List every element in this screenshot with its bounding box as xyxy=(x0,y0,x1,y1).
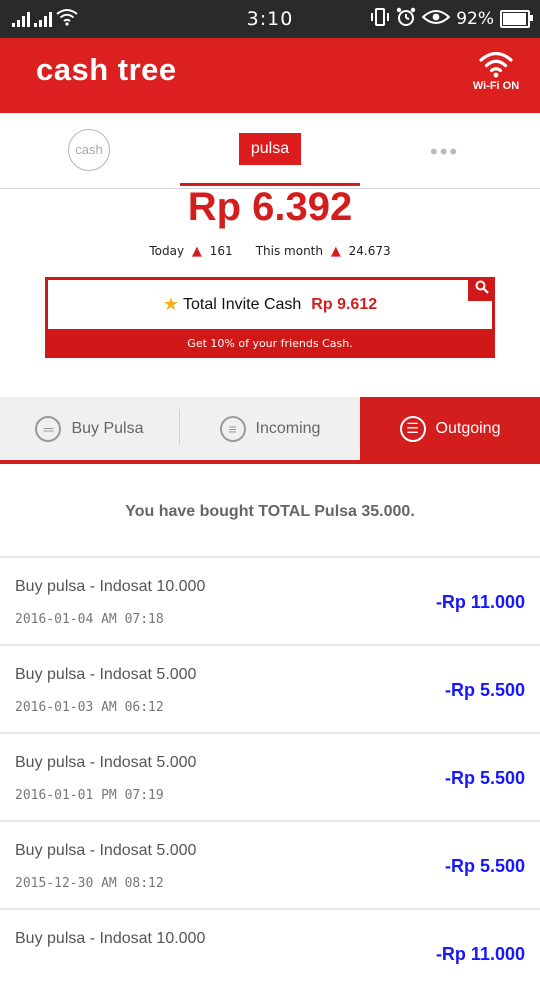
app-logo: cash tree xyxy=(36,52,177,87)
invite-subtitle: Get 10% of your friends Cash. xyxy=(187,337,353,350)
app-bar: cash tree Wi-Fi ON xyxy=(0,38,540,113)
transaction-time: 2016-01-01 PM 07:19 xyxy=(15,788,164,803)
transaction-amount: -Rp 11.000 xyxy=(435,592,525,612)
equals-icon: ═ xyxy=(35,415,62,442)
month-value: 24.673 xyxy=(348,244,391,258)
tab-incoming[interactable]: ≡ Incoming xyxy=(180,397,360,460)
invite-label: Total Invite Cash xyxy=(183,295,302,313)
transaction-amount: -Rp 5.500 xyxy=(444,768,525,788)
list-icon: ≡ xyxy=(219,415,246,442)
wifi-label: Wi-Fi ON xyxy=(472,80,520,92)
vibrate-icon xyxy=(370,7,390,31)
list-item[interactable]: Buy pulsa - Indosat 10.000 -Rp 11.000 xyxy=(0,908,540,996)
battery-percent: 92% xyxy=(456,9,494,29)
transaction-time: 2016-01-03 AM 06:12 xyxy=(15,700,164,715)
today-value: 161 xyxy=(209,244,233,258)
list-item[interactable]: Buy pulsa - Indosat 5.000 2015-12-30 AM … xyxy=(0,820,540,908)
up-triangle-icon: ▲ xyxy=(191,244,202,259)
transaction-amount: -Rp 11.000 xyxy=(435,944,525,964)
list-item[interactable]: Buy pulsa - Indosat 10.000 2016-01-04 AM… xyxy=(0,556,540,644)
purchase-summary: You have bought TOTAL Pulsa 35.000. xyxy=(125,503,415,520)
search-icon[interactable] xyxy=(468,277,495,301)
invite-amount: Rp 9.612 xyxy=(311,295,378,313)
status-right: 92% xyxy=(370,0,533,38)
more-menu-icon[interactable]: ••• xyxy=(430,139,459,165)
month-label: This month xyxy=(255,244,323,258)
status-bar: 3:10 92% xyxy=(0,0,540,38)
wifi-toggle[interactable]: Wi-Fi ON xyxy=(466,50,526,92)
today-label: Today xyxy=(149,244,185,258)
tab-pulsa[interactable]: pulsa xyxy=(239,133,301,165)
list-detail-icon: ☰ xyxy=(399,415,426,442)
transaction-title: Buy pulsa - Indosat 5.000 xyxy=(15,666,197,683)
tab-buy-pulsa-label: Buy Pulsa xyxy=(71,419,144,437)
transaction-title: Buy pulsa - Indosat 10.000 xyxy=(15,578,206,595)
tab-incoming-label: Incoming xyxy=(255,419,321,437)
list-item[interactable]: Buy pulsa - Indosat 5.000 2016-01-03 AM … xyxy=(0,644,540,732)
invite-cash-content: ★ Total Invite Cash Rp 9.612 xyxy=(48,280,492,329)
top-tab-row: cash pulsa ••• xyxy=(0,113,540,189)
alarm-icon xyxy=(396,7,416,32)
segment-tabs: ═ Buy Pulsa ≡ Incoming ☰ Outgoing xyxy=(0,397,540,464)
balance-amount: Rp 6.392 xyxy=(187,185,353,229)
transaction-time: 2016-01-04 AM 07:18 xyxy=(15,612,164,627)
battery-icon xyxy=(500,10,533,28)
tab-outgoing-label: Outgoing xyxy=(435,419,501,437)
transaction-amount: -Rp 5.500 xyxy=(444,856,525,876)
transaction-title: Buy pulsa - Indosat 10.000 xyxy=(15,930,206,947)
wifi-icon xyxy=(479,51,513,78)
up-triangle-icon: ▲ xyxy=(330,244,341,259)
star-icon: ★ xyxy=(162,294,180,314)
transaction-title: Buy pulsa - Indosat 5.000 xyxy=(15,754,197,771)
transaction-list: Buy pulsa - Indosat 10.000 2016-01-04 AM… xyxy=(0,556,540,996)
eye-icon xyxy=(421,9,451,30)
transaction-amount: -Rp 5.500 xyxy=(444,680,525,700)
balance-stats: Today ▲ 161 This month ▲ 24.673 xyxy=(0,244,540,259)
list-item[interactable]: Buy pulsa - Indosat 5.000 2016-01-01 PM … xyxy=(0,732,540,820)
invite-cash-box[interactable]: ★ Total Invite Cash Rp 9.612 Get 10% of … xyxy=(45,277,495,358)
tab-outgoing[interactable]: ☰ Outgoing xyxy=(360,397,540,460)
tab-buy-pulsa[interactable]: ═ Buy Pulsa xyxy=(0,397,179,460)
transaction-title: Buy pulsa - Indosat 5.000 xyxy=(15,842,197,859)
transaction-time: 2015-12-30 AM 08:12 xyxy=(15,876,164,891)
tab-cash[interactable]: cash xyxy=(68,129,110,171)
